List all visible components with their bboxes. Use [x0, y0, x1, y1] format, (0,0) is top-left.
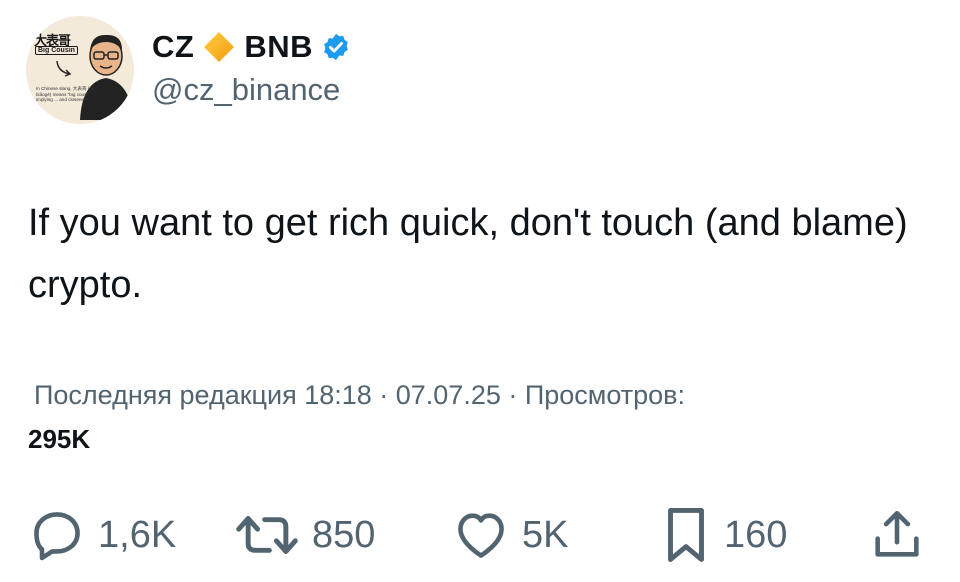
- bookmark-icon: [668, 508, 704, 562]
- share-icon: [875, 510, 919, 557]
- tweet-meta[interactable]: Последняя редакция 18:18 · 07.07.25 · Пр…: [34, 380, 685, 411]
- repost-count: 850: [312, 513, 376, 556]
- repost-button[interactable]: 850: [234, 500, 375, 570]
- author-name-row[interactable]: CZ BNB: [152, 29, 351, 65]
- avatar-arrow-icon: [56, 60, 72, 77]
- repost-icon: [236, 516, 298, 554]
- avatar-caption: In Chinese slang, 大表哥 (dà biǎogē) means …: [36, 86, 95, 103]
- avatar-title-en: Big Cousin: [35, 46, 78, 55]
- author-name[interactable]: CZ: [152, 29, 194, 65]
- bnb-diamond-icon: [204, 32, 235, 62]
- reply-count: 1,6K: [98, 513, 177, 556]
- bookmark-count: 160: [724, 513, 788, 556]
- author-brand[interactable]: BNB: [244, 29, 313, 65]
- share-button[interactable]: [868, 500, 926, 570]
- reply-icon: [34, 512, 80, 561]
- action-bar: 1,6K 850 5K 160: [0, 500, 960, 570]
- like-icon: [458, 513, 504, 558]
- views-count[interactable]: 295K: [28, 424, 90, 455]
- like-count: 5K: [522, 513, 569, 556]
- avatar-portrait-icon: [80, 34, 134, 120]
- avatar[interactable]: 大表哥 Big Cousin In Chinese slang, 大表哥 (dà…: [26, 16, 134, 124]
- author-handle[interactable]: @cz_binance: [152, 72, 340, 108]
- reply-button[interactable]: 1,6K: [28, 500, 176, 570]
- like-button[interactable]: 5K: [452, 500, 568, 570]
- tweet-text: If you want to get rich quick, don't tou…: [28, 202, 908, 306]
- bookmark-button[interactable]: 160: [660, 500, 787, 570]
- verified-badge-icon[interactable]: [321, 32, 351, 62]
